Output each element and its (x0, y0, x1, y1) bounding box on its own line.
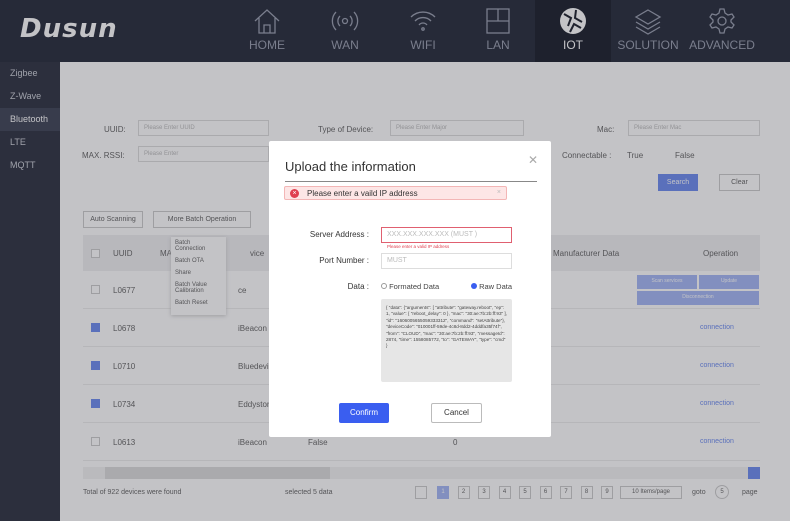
raw-data-preview: { "data": {"arguments": [ "attribute": "… (381, 299, 512, 382)
cancel-button[interactable]: Cancel (431, 403, 482, 423)
title-divider (285, 181, 537, 182)
port-number-input[interactable]: MUST (381, 253, 512, 269)
port-number-label: Port Number : (319, 256, 369, 265)
alert-text: Please enter a vaild IP address (307, 189, 418, 198)
dialog-title: Upload the information (285, 159, 416, 174)
server-address-input[interactable]: XXX.XXX.XXX.XXX (MUST ) (381, 227, 512, 243)
close-icon[interactable]: ✕ (528, 153, 538, 167)
data-label: Data : (347, 282, 369, 291)
upload-dialog: Upload the information ✕ × Please enter … (269, 141, 551, 437)
radio-raw-data[interactable]: Raw Data (471, 282, 512, 291)
confirm-button[interactable]: Confirm (339, 403, 389, 423)
error-icon: × (290, 189, 299, 198)
server-address-label: Server Address : (309, 230, 369, 239)
server-address-error: Please enter a valid IP address (387, 244, 450, 249)
radio-label: Raw Data (479, 282, 513, 291)
error-alert: × Please enter a vaild IP address × (284, 186, 507, 200)
alert-close-icon[interactable]: × (497, 189, 501, 196)
radio-formatted-data[interactable]: Formated Data (381, 282, 439, 291)
radio-label: Formated Data (389, 282, 440, 291)
